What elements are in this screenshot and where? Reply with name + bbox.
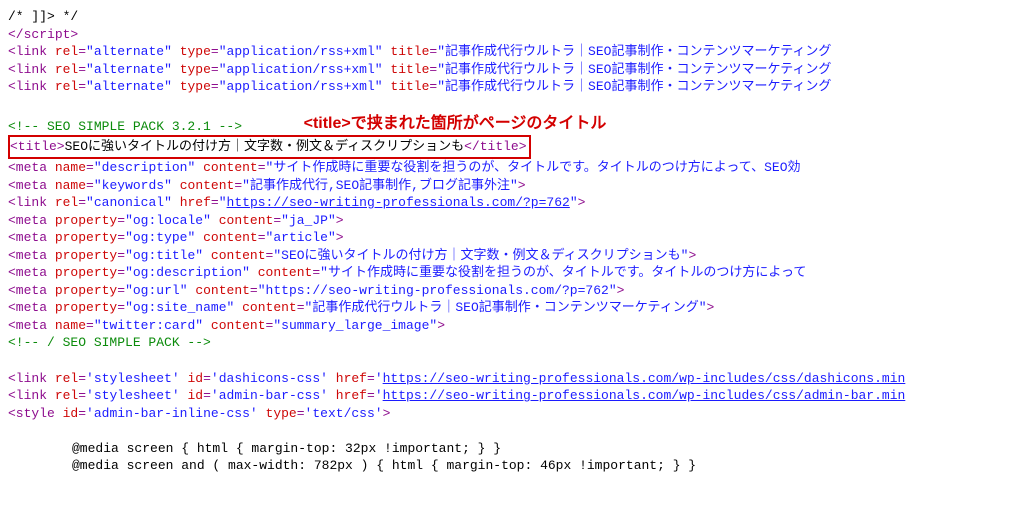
code-line: <meta name="twitter:card" content="summa… [8, 317, 1016, 335]
tag-name: script [24, 27, 71, 42]
highlighted-title-line: <title>SEOに強いタイトルの付け方｜文字数・例文＆ディスクリプションも<… [8, 135, 1016, 159]
code-line: @media screen and ( max-width: 782px ) {… [8, 457, 1016, 475]
code-line: <meta property="og:url" content="https:/… [8, 282, 1016, 300]
code-line: <!-- / SEO SIMPLE PACK --> [8, 334, 1016, 352]
code-line: <meta name="description" content="サイト作成時… [8, 159, 1016, 177]
page-title-text: SEOに強いタイトルの付け方｜文字数・例文＆ディスクリプションも [65, 139, 465, 154]
annotation-text: <title>で挟まれた箇所がページのタイトル [24, 115, 607, 132]
blank-line [8, 422, 1016, 440]
code-line: <meta property="og:locale" content="ja_J… [8, 212, 1016, 230]
code-line: <link rel='stylesheet' id='dashicons-css… [8, 370, 1016, 388]
code-line: <style id='admin-bar-inline-css' type='t… [8, 405, 1016, 423]
code-line: <link rel="alternate" type="application/… [8, 78, 1016, 96]
stylesheet-url[interactable]: https://seo-writing-professionals.com/wp… [383, 371, 906, 386]
text: /* ]]> */ [8, 9, 78, 24]
tag-bracket: </ [8, 27, 24, 42]
css-rule: @media screen and ( max-width: 782px ) {… [72, 458, 696, 473]
comment: <!-- / SEO SIMPLE PACK --> [8, 335, 211, 350]
css-rule: @media screen { html { margin-top: 32px … [72, 441, 501, 456]
highlight-box: <title>SEOに強いタイトルの付け方｜文字数・例文＆ディスクリプションも<… [8, 135, 531, 159]
blank-line [8, 352, 1016, 370]
code-line: <meta property="og:title" content="SEOに強… [8, 247, 1016, 265]
annotation-row: <title>で挟まれた箇所がページのタイトル [8, 96, 1016, 135]
code-line: <meta property="og:site_name" content="記… [8, 299, 1016, 317]
code-line: <meta property="og:description" content=… [8, 264, 1016, 282]
tag-bracket: > [70, 27, 78, 42]
code-line: <link rel='stylesheet' id='admin-bar-css… [8, 387, 1016, 405]
stylesheet-url[interactable]: https://seo-writing-professionals.com/wp… [383, 388, 906, 403]
code-line: <meta name="keywords" content="記事作成代行,SE… [8, 177, 1016, 195]
code-line: <link rel="canonical" href="https://seo-… [8, 194, 1016, 212]
canonical-url[interactable]: https://seo-writing-professionals.com/?p… [227, 195, 570, 210]
code-line: <link rel="alternate" type="application/… [8, 43, 1016, 61]
code-line: </script> [8, 26, 1016, 44]
code-line: /* ]]> */ [8, 8, 1016, 26]
code-line: <meta property="og:type" content="articl… [8, 229, 1016, 247]
code-line: <link rel="alternate" type="application/… [8, 61, 1016, 79]
code-line: @media screen { html { margin-top: 32px … [8, 440, 1016, 458]
